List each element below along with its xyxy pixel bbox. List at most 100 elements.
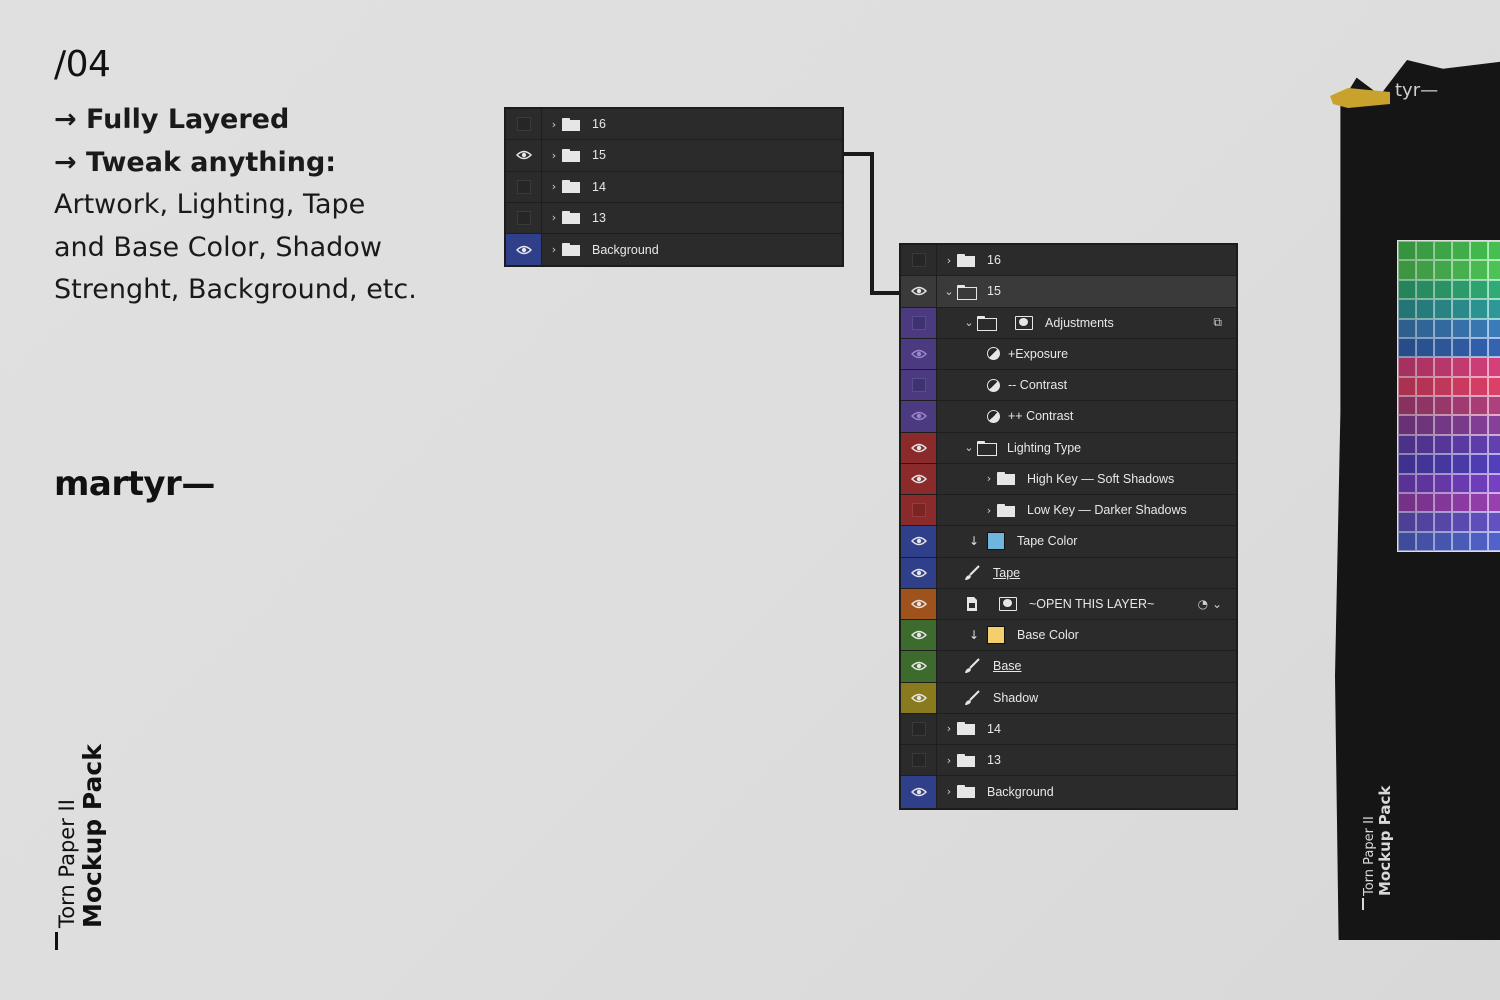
chevron-down-icon[interactable]: ⌄ (943, 285, 955, 298)
section-number: /04 (54, 44, 111, 85)
layer-row[interactable]: › High Key — Soft Shadows (901, 463, 1236, 495)
layer-row[interactable]: › Background (506, 234, 842, 266)
chart-cell (1434, 260, 1452, 280)
folder-icon (562, 148, 580, 162)
eye-icon (515, 245, 532, 254)
layer-row[interactable]: › 13 (506, 202, 842, 234)
visibility-toggle[interactable] (901, 682, 937, 713)
layer-row[interactable]: Base (901, 651, 1236, 683)
chevron-right-icon[interactable]: › (548, 149, 560, 162)
layers-panel-collapsed: › 16 › 15 › 14 › 13 › Background (504, 107, 844, 268)
visibility-toggle[interactable] (901, 401, 937, 432)
folder-icon (997, 503, 1015, 517)
chevron-down-icon[interactable]: ⌄ (963, 441, 975, 454)
chart-cell (1416, 454, 1434, 474)
layer-row[interactable]: › 14 (506, 171, 842, 203)
layer-row[interactable]: ⌄ Adjustments ⧉ (901, 307, 1236, 339)
filter-options-icon[interactable]: ◔ ⌄ (1198, 597, 1222, 611)
visibility-toggle[interactable] (901, 338, 937, 369)
folder-icon (562, 243, 580, 257)
layer-row[interactable]: +Exposure (901, 338, 1236, 370)
chevron-right-icon[interactable]: › (548, 211, 560, 224)
layer-name: -- Contrast (1008, 378, 1068, 393)
chart-cell (1452, 454, 1470, 474)
layer-row[interactable]: -- Contrast (901, 370, 1236, 402)
chevron-down-icon[interactable]: ⌄ (963, 316, 975, 329)
chevron-right-icon[interactable]: › (548, 180, 560, 193)
layer-row[interactable]: ↓ Base Color (901, 620, 1236, 652)
chevron-right-icon[interactable]: › (943, 722, 955, 735)
chevron-right-icon[interactable]: › (943, 785, 955, 798)
visibility-toggle[interactable] (506, 140, 542, 171)
layer-row[interactable]: › 16 (901, 245, 1236, 277)
visibility-toggle[interactable] (901, 713, 937, 744)
visibility-toggle[interactable] (506, 171, 542, 202)
chart-cell (1488, 260, 1500, 280)
layer-row[interactable]: › 14 (901, 713, 1236, 745)
color-fill-swatch[interactable] (987, 626, 1005, 645)
smart-object-icon (967, 596, 977, 611)
layer-row[interactable]: › Background (901, 776, 1236, 808)
chart-cell (1452, 241, 1470, 261)
chart-cell (1488, 241, 1500, 261)
chart-cell (1398, 473, 1416, 493)
chart-cell (1452, 318, 1470, 338)
chevron-right-icon[interactable]: › (548, 118, 560, 131)
brand-logo: martyr— (54, 464, 215, 504)
layer-row[interactable]: › 15 (506, 140, 842, 172)
visibility-toggle[interactable] (901, 370, 937, 401)
chart-cell (1398, 279, 1416, 300)
layer-row[interactable]: ↓ Tape Color (901, 526, 1236, 558)
chart-cell (1398, 241, 1416, 261)
layer-row[interactable]: › Low Key — Darker Shadows (901, 495, 1236, 527)
visibility-toggle[interactable] (901, 495, 937, 526)
chevron-right-icon[interactable]: › (983, 504, 995, 517)
layer-row[interactable]: ⌄ Lighting Type (901, 432, 1236, 464)
chevron-right-icon[interactable]: › (548, 243, 560, 256)
chevron-right-icon[interactable]: › (983, 472, 995, 485)
layer-row[interactable]: › 13 (901, 745, 1236, 777)
chevron-right-icon[interactable]: › (943, 254, 955, 267)
visibility-toggle[interactable] (506, 234, 542, 266)
visibility-toggle[interactable] (901, 651, 937, 682)
chart-cell (1416, 260, 1434, 280)
chart-cell (1416, 318, 1434, 338)
chart-cell (1452, 357, 1470, 377)
visibility-toggle[interactable] (901, 776, 937, 808)
intro-line: Strenght, Background, etc. (54, 274, 417, 305)
chart-cell (1434, 512, 1452, 532)
layer-name: Tape (993, 565, 1021, 580)
layer-row[interactable]: › 16 (506, 109, 842, 141)
chart-cell (1488, 279, 1500, 300)
visibility-toggle[interactable] (901, 307, 937, 338)
visibility-toggle[interactable] (901, 557, 937, 588)
folder-icon (562, 180, 580, 194)
visibility-toggle[interactable] (901, 620, 937, 651)
visibility-toggle[interactable] (901, 745, 937, 776)
chart-cell (1416, 434, 1434, 455)
chart-cell (1488, 376, 1500, 396)
folder-icon (957, 722, 975, 736)
chart-cell (1398, 260, 1416, 280)
visibility-toggle[interactable] (901, 276, 937, 307)
visibility-toggle[interactable] (901, 588, 937, 619)
layer-row[interactable]: ++ Contrast (901, 401, 1236, 433)
chart-cell (1470, 260, 1488, 280)
visibility-toggle[interactable] (506, 109, 542, 140)
layer-row[interactable]: Tape (901, 557, 1236, 589)
color-fill-swatch[interactable] (987, 532, 1005, 551)
intro-line: → Tweak anything: (54, 146, 337, 178)
visibility-toggle[interactable] (901, 245, 937, 276)
layer-row[interactable]: Shadow (901, 682, 1236, 714)
visibility-toggle[interactable] (901, 463, 937, 494)
layer-row[interactable]: ⌄ 15 (901, 276, 1236, 308)
chart-cell (1470, 299, 1488, 319)
chart-cell (1470, 512, 1488, 532)
visibility-toggle[interactable] (901, 432, 937, 463)
visibility-toggle[interactable] (901, 526, 937, 557)
layer-row[interactable]: ~OPEN THIS LAYER~ ◔ ⌄ (901, 588, 1236, 620)
chevron-right-icon[interactable]: › (943, 754, 955, 767)
chart-cell (1416, 531, 1434, 551)
visibility-toggle[interactable] (506, 202, 542, 233)
layer-name: ++ Contrast (1008, 409, 1074, 424)
